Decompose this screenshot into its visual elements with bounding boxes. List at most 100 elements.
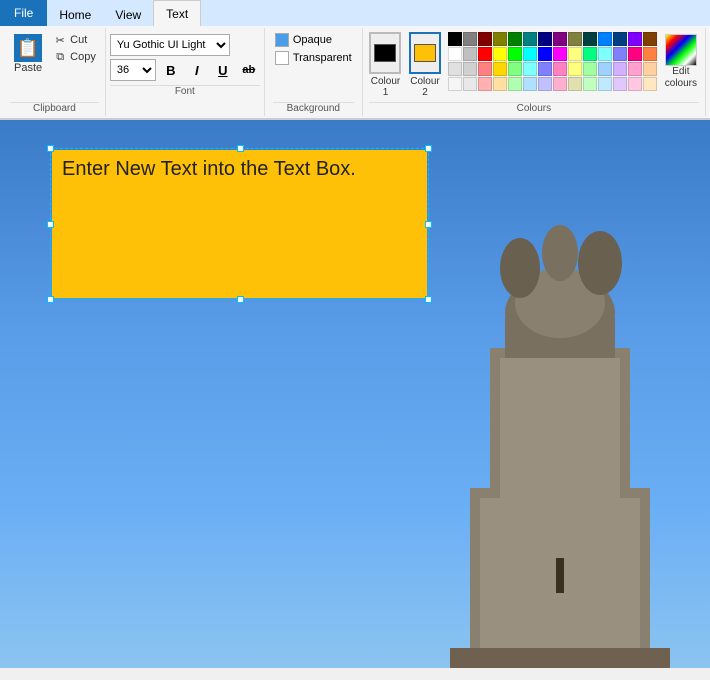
italic-button[interactable]: I (186, 59, 208, 81)
opaque-button[interactable]: Opaque (273, 32, 334, 48)
swatch-skyblue[interactable] (598, 62, 612, 76)
swatch-lightpink[interactable] (628, 62, 642, 76)
swatch-peach[interactable] (643, 62, 657, 76)
swatch-azure[interactable] (598, 32, 612, 46)
swatch-salmon[interactable] (478, 62, 492, 76)
swatch-darkolive[interactable] (568, 32, 582, 46)
swatch-aliceblue[interactable] (598, 77, 612, 91)
text-box-container[interactable] (52, 150, 427, 298)
colour1-box (374, 44, 396, 62)
edit-colours-button[interactable]: Edit colours (663, 32, 699, 92)
swatch-lightcyan2[interactable] (523, 62, 537, 76)
colour2-button[interactable] (409, 32, 441, 74)
ribbon-content: 📋 Paste ✂ Cut ⧉ Copy Clipboard (0, 26, 710, 119)
opaque-label: Opaque (293, 34, 332, 46)
swatch-babyblue[interactable] (523, 77, 537, 91)
paste-label: Paste (14, 62, 42, 74)
strikethrough-button[interactable]: ab (238, 59, 260, 81)
copy-label: Copy (70, 51, 96, 63)
swatch-purple[interactable] (553, 32, 567, 46)
swatch-thistle[interactable] (613, 77, 627, 91)
swatch-palegreen[interactable] (583, 62, 597, 76)
swatch-honeydew[interactable] (583, 77, 597, 91)
colour2-box (414, 44, 436, 62)
swatch-khaki[interactable] (568, 77, 582, 91)
swatch-rose[interactable] (628, 47, 642, 61)
transparent-button[interactable]: Transparent (273, 50, 354, 66)
swatch-darkteal[interactable] (583, 32, 597, 46)
ribbon: File Home View Text 📋 Paste ✂ Cut ⧉ (0, 0, 710, 120)
swatch-orange[interactable] (643, 47, 657, 61)
swatch-nearwhite[interactable] (448, 77, 462, 91)
colours-content: Colour 1 Colour 2 (369, 28, 699, 100)
paste-button[interactable]: 📋 Paste (10, 32, 46, 76)
swatch-gold[interactable] (493, 62, 507, 76)
swatch-periwinkle[interactable] (613, 47, 627, 61)
font-family-dropdown[interactable]: Yu Gothic UI Light (110, 34, 230, 56)
cut-icon: ✂ (53, 33, 67, 47)
swatch-lightcyan[interactable] (598, 47, 612, 61)
swatch-springgreen[interactable] (583, 47, 597, 61)
colour2-label: Colour 2 (408, 76, 442, 98)
tab-text[interactable]: Text (153, 0, 201, 26)
swatch-blue[interactable] (538, 47, 552, 61)
colour1-button[interactable] (369, 32, 401, 74)
swatch-blush[interactable] (553, 77, 567, 91)
bold-button[interactable]: B (160, 59, 182, 81)
swatch-cyan[interactable] (523, 47, 537, 61)
swatch-white[interactable] (448, 47, 462, 61)
swatch-lightblue[interactable] (538, 62, 552, 76)
swatch-olive[interactable] (493, 32, 507, 46)
monument-illustration (410, 188, 710, 668)
swatch-offwhite[interactable] (463, 77, 477, 91)
swatch-pink[interactable] (553, 62, 567, 76)
canvas-area[interactable] (0, 120, 710, 668)
colour1-label: Colour 1 (369, 76, 403, 98)
font-row2: 36 B I U ab (110, 59, 260, 81)
swatch-gray[interactable] (463, 32, 477, 46)
swatch-lightyellow[interactable] (568, 47, 582, 61)
swatch-magenta[interactable] (553, 47, 567, 61)
transparent-label: Transparent (293, 52, 352, 64)
clipboard-small-buttons: ✂ Cut ⧉ Copy (50, 32, 99, 65)
underline-button[interactable]: U (212, 59, 234, 81)
swatch-mistyrose[interactable] (628, 77, 642, 91)
swatch-maroon[interactable] (478, 32, 492, 46)
paste-icon: 📋 (14, 34, 42, 62)
cut-label: Cut (70, 34, 87, 46)
swatch-mintgreen[interactable] (508, 77, 522, 91)
background-label: Background (273, 102, 354, 116)
swatch-lightgray2[interactable] (463, 62, 477, 76)
transparent-icon (275, 51, 289, 65)
cut-button[interactable]: ✂ Cut (50, 32, 99, 48)
text-input[interactable] (52, 150, 427, 298)
swatch-red[interactable] (478, 47, 492, 61)
tab-bar: File Home View Text (0, 0, 710, 26)
tab-view[interactable]: View (103, 4, 153, 26)
copy-icon: ⧉ (53, 50, 67, 64)
swatch-lightorange[interactable] (493, 77, 507, 91)
swatch-black[interactable] (448, 32, 462, 46)
swatch-lime[interactable] (508, 47, 522, 61)
swatch-cream[interactable] (568, 62, 582, 76)
edit-colours-icon (665, 34, 697, 66)
swatch-lightred[interactable] (478, 77, 492, 91)
font-size-dropdown[interactable]: 36 (110, 59, 156, 81)
swatch-violet[interactable] (628, 32, 642, 46)
swatch-periwinkle2[interactable] (538, 77, 552, 91)
swatch-lavender[interactable] (613, 62, 627, 76)
swatch-teal[interactable] (523, 32, 537, 46)
swatch-lightgray1[interactable] (448, 62, 462, 76)
swatch-silver[interactable] (463, 47, 477, 61)
swatch-bisque[interactable] (643, 77, 657, 91)
swatch-yellow[interactable] (493, 47, 507, 61)
tab-home[interactable]: Home (47, 4, 103, 26)
swatch-lightgreen[interactable] (508, 62, 522, 76)
tab-file[interactable]: File (0, 0, 47, 26)
swatch-navy[interactable] (538, 32, 552, 46)
clipboard-label: Clipboard (10, 102, 99, 116)
copy-button[interactable]: ⧉ Copy (50, 49, 99, 65)
swatch-brown[interactable] (643, 32, 657, 46)
swatch-darkblue[interactable] (613, 32, 627, 46)
swatch-green[interactable] (508, 32, 522, 46)
